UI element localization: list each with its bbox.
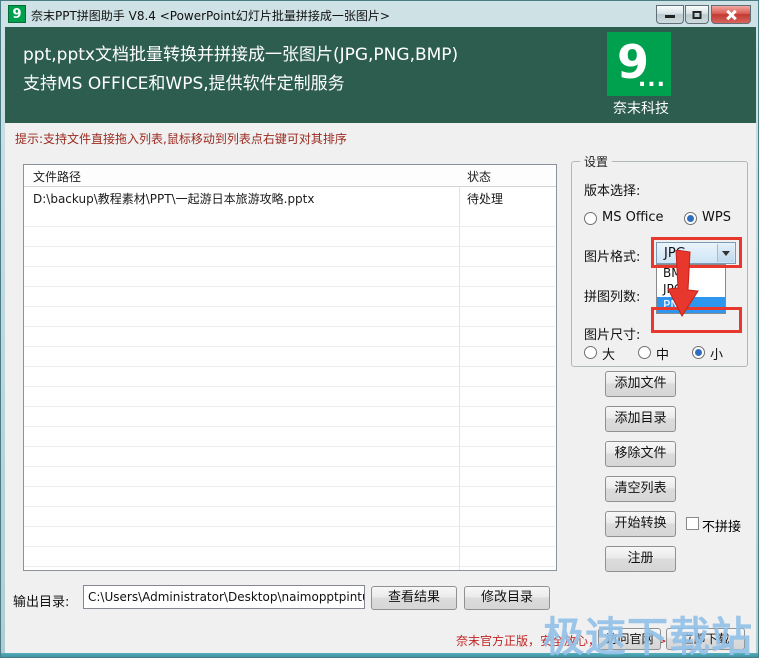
register-button[interactable]: 注册 xyxy=(605,546,676,572)
empty-row-stripes xyxy=(24,207,555,570)
radio-size-large-label[interactable]: 大 xyxy=(602,344,615,363)
download-button[interactable]: 立即下载 xyxy=(666,628,745,650)
radio-wps-label[interactable]: WPS xyxy=(702,210,731,225)
table-row[interactable]: D:\backup\教程素材\PPT\一起游日本旅游攻略.pptx 待处理 xyxy=(24,187,556,207)
logo-dots: ... xyxy=(637,67,666,92)
radio-wps[interactable] xyxy=(684,212,697,225)
radio-ms-office[interactable] xyxy=(584,212,597,225)
radio-size-small[interactable] xyxy=(692,346,705,359)
window-title: 奈末PPT拼图助手 V8.4 <PowerPoint幻灯片批量拼接成一张图片> xyxy=(31,9,390,23)
no-stitch-label[interactable]: 不拼接 xyxy=(702,516,741,535)
radio-size-small-label[interactable]: 小 xyxy=(710,344,723,363)
clear-list-button[interactable]: 清空列表 xyxy=(605,476,676,502)
brand-caption: 奈末科技 xyxy=(613,101,669,117)
app-icon: 9 xyxy=(8,5,26,23)
maximize-icon xyxy=(692,10,702,19)
visit-site-button[interactable]: 访问官网 xyxy=(598,628,661,650)
view-results-button[interactable]: 查看结果 xyxy=(371,586,457,610)
settings-legend: 设置 xyxy=(580,153,613,170)
banner-line-2: 支持MS OFFICE和WPS,提供软件定制服务 xyxy=(23,74,345,94)
add-directory-button[interactable]: 添加目录 xyxy=(605,406,676,432)
output-dir-input[interactable]: C:\Users\Administrator\Desktop\naimopptp… xyxy=(83,585,365,609)
no-stitch-checkbox[interactable] xyxy=(686,517,699,530)
settings-group: 设置 版本选择: MS Office WPS 图片格式: JPG 拼图列数: B… xyxy=(571,153,748,367)
hint-text: 提示:支持文件直接拖入列表,鼠标移动到列表点右键可对其排序 xyxy=(15,132,347,146)
title-bar[interactable]: 9 奈末PPT拼图助手 V8.4 <PowerPoint幻灯片批量拼接成一张图片… xyxy=(1,1,758,27)
column-header-path: 文件路径 xyxy=(33,170,82,184)
file-path-cell: D:\backup\教程素材\PPT\一起游日本旅游攻略.pptx xyxy=(33,192,315,206)
minimize-icon xyxy=(665,15,675,18)
brand-logo: 9 ... xyxy=(607,32,671,96)
app-window: 9 奈末PPT拼图助手 V8.4 <PowerPoint幻灯片批量拼接成一张图片… xyxy=(0,0,759,658)
file-list[interactable]: 文件路径 状态 D:\backup\教程素材\PPT\一起游日本旅游攻略.ppt… xyxy=(23,164,557,571)
file-status-cell: 待处理 xyxy=(467,192,504,206)
change-dir-button[interactable]: 修改目录 xyxy=(464,586,550,610)
columns-label: 拼图列数: xyxy=(584,290,641,305)
maximize-button[interactable] xyxy=(685,5,709,24)
output-dir-label: 输出目录: xyxy=(13,595,70,610)
radio-size-large[interactable] xyxy=(584,346,597,359)
minimize-button[interactable] xyxy=(656,5,684,24)
radio-size-medium[interactable] xyxy=(638,346,651,359)
close-button[interactable] xyxy=(711,5,751,24)
file-list-header: 文件路径 状态 xyxy=(24,165,556,187)
close-icon xyxy=(725,9,737,21)
radio-size-medium-label[interactable]: 中 xyxy=(656,344,669,363)
window-bottom-border xyxy=(1,653,758,657)
format-label: 图片格式: xyxy=(584,250,641,265)
size-label: 图片尺寸: xyxy=(584,328,641,343)
client-area: ppt,pptx文档批量转换并拼接成一张图片(JPG,PNG,BMP) 支持MS… xyxy=(5,27,756,657)
banner-line-1: ppt,pptx文档批量转换并拼接成一张图片(JPG,PNG,BMP) xyxy=(23,45,459,65)
add-files-button[interactable]: 添加文件 xyxy=(605,371,676,397)
column-header-status: 状态 xyxy=(467,170,492,184)
start-convert-button[interactable]: 开始转换 xyxy=(605,511,676,537)
radio-ms-office-label[interactable]: MS Office xyxy=(602,210,664,225)
remove-files-button[interactable]: 移除文件 xyxy=(605,441,676,467)
version-label: 版本选择: xyxy=(584,184,641,199)
annotation-arrow-icon xyxy=(667,250,699,317)
banner: ppt,pptx文档批量转换并拼接成一张图片(JPG,PNG,BMP) 支持MS… xyxy=(5,27,756,123)
